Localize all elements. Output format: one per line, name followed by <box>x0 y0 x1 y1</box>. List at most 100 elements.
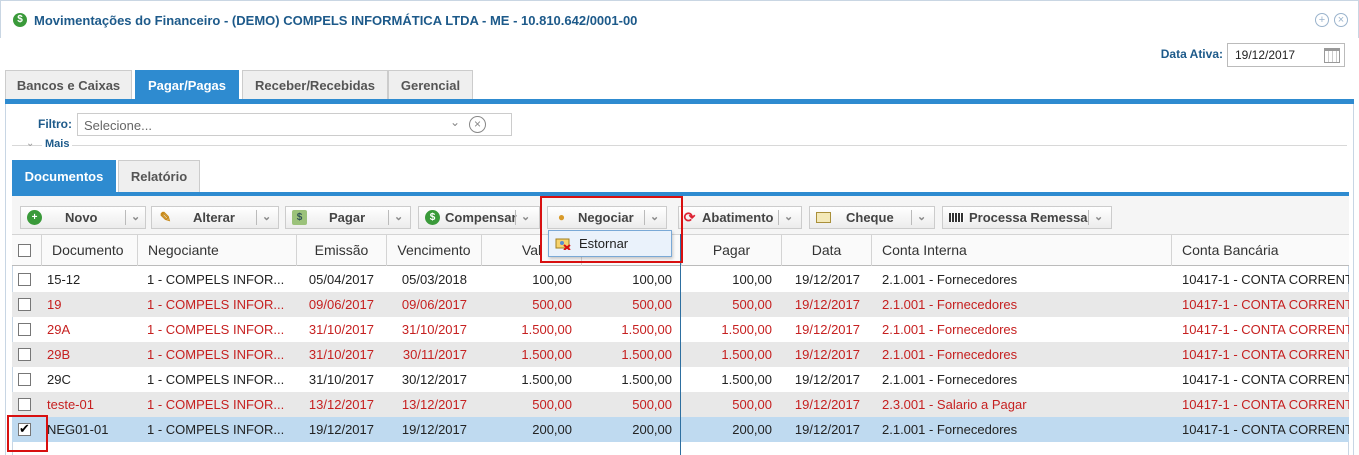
active-date-input[interactable]: 19/12/2017 <box>1227 43 1345 67</box>
cheque-button[interactable]: Cheque ⌄ <box>809 206 935 229</box>
active-date-label: Data Ativa: <box>1160 47 1223 61</box>
more-toggle[interactable]: Mais <box>42 138 73 150</box>
col-data[interactable]: Data <box>782 235 872 266</box>
tab-receber-recebidas[interactable]: Receber/Recebidas <box>242 70 388 100</box>
chevron-down-icon[interactable]: ⌄ <box>394 210 403 223</box>
chevron-down-icon[interactable]: ⌄ <box>262 210 271 223</box>
cell-valor2: 1.500,00 <box>621 372 672 387</box>
barcode-icon <box>949 213 964 222</box>
cell-valor: 500,00 <box>532 397 572 412</box>
cell-vencimento: 31/10/2017 <box>401 322 467 337</box>
cell-valor: 1.500,00 <box>521 322 572 337</box>
plus-circle-icon: + <box>27 210 42 225</box>
chevron-down-icon[interactable]: ⌄ <box>521 210 530 223</box>
select-all-checkbox[interactable] <box>18 244 31 257</box>
tab-documentos[interactable]: Documentos <box>12 160 116 192</box>
cell-data: 19/12/2017 <box>794 372 860 387</box>
tab-bancos-e-caixas[interactable]: Bancos e Caixas <box>5 70 132 100</box>
clear-icon[interactable]: × <box>469 116 486 133</box>
cell-vencimento: 09/06/2017 <box>401 297 467 312</box>
cell-negociante: 1 - COMPELS INFOR... <box>147 397 285 412</box>
filter-label: Filtro: <box>38 117 72 131</box>
row-checkbox[interactable] <box>18 348 31 361</box>
cell-valor2: 200,00 <box>632 422 672 437</box>
row-checkbox[interactable] <box>18 273 31 286</box>
cell-emissao: 13/12/2017 <box>308 397 374 412</box>
close-icon[interactable]: × <box>1334 13 1348 27</box>
col-negociante[interactable]: Negociante <box>138 235 297 266</box>
cell-negociante: 1 - COMPELS INFOR... <box>147 372 285 387</box>
chevron-down-icon[interactable]: ⌄ <box>450 115 460 129</box>
cheque-icon <box>816 212 831 223</box>
col-conta-interna[interactable]: Conta Interna <box>872 235 1172 266</box>
cell-documento: NEG01-01 <box>47 422 109 437</box>
cell-vencimento: 05/03/2018 <box>401 272 467 287</box>
cell-conta-bancaria: 10417-1 - CONTA CORRENTE <box>1182 397 1349 412</box>
abatimento-button[interactable]: ⟳ Abatimento ⌄ <box>678 206 802 229</box>
cell-valor2: 1.500,00 <box>621 347 672 362</box>
tab-gerencial[interactable]: Gerencial <box>388 70 473 100</box>
pagar-button[interactable]: $ Pagar ⌄ <box>285 206 411 229</box>
cell-data: 19/12/2017 <box>794 272 860 287</box>
filter-placeholder: Selecione... <box>84 118 152 133</box>
compensar-button[interactable]: $ Compensar ⌄ <box>418 206 540 229</box>
chevron-down-icon[interactable]: ⌄ <box>131 210 140 223</box>
cell-vencimento: 30/11/2017 <box>402 347 467 362</box>
cell-data: 19/12/2017 <box>794 347 860 362</box>
cell-pagar: 1.500,00 <box>721 372 772 387</box>
cell-documento: 15-12 <box>47 272 81 287</box>
row-checkbox[interactable] <box>18 298 31 311</box>
chevron-down-icon[interactable]: ⌄ <box>917 210 926 223</box>
col-pagar[interactable]: Pagar <box>682 235 782 266</box>
divider <box>12 145 1347 146</box>
cell-pagar: 200,00 <box>732 422 772 437</box>
cell-emissao: 19/12/2017 <box>308 422 374 437</box>
cell-negociante: 1 - COMPELS INFOR... <box>147 347 285 362</box>
cell-valor: 1.500,00 <box>521 372 572 387</box>
highlight-negociar <box>540 196 683 263</box>
alterar-button[interactable]: ✎ Alterar ⌄ <box>151 206 279 229</box>
row-checkbox[interactable] <box>18 373 31 386</box>
col-conta-bancaria[interactable]: Conta Bancária <box>1172 235 1349 266</box>
chevron-down-icon[interactable]: ⌄ <box>784 210 793 223</box>
dollar-coin-icon: $ <box>425 210 440 225</box>
tab-pagar-pagas[interactable]: Pagar/Pagas <box>135 70 239 100</box>
novo-button[interactable]: + Novo ⌄ <box>20 206 146 229</box>
cell-vencimento: 19/12/2017 <box>401 422 467 437</box>
window-title-bar: $ Movimentações do Financeiro - (DEMO) C… <box>0 0 1359 38</box>
cell-valor2: 1.500,00 <box>621 322 672 337</box>
cell-negociante: 1 - COMPELS INFOR... <box>147 322 285 337</box>
cell-vencimento: 30/12/2017 <box>401 372 467 387</box>
cell-emissao: 31/10/2017 <box>308 347 374 362</box>
col-emissao[interactable]: Emissão <box>297 235 387 266</box>
cell-valor: 1.500,00 <box>521 347 572 362</box>
cell-conta-interna: 2.1.001 - Fornecedores <box>882 372 1018 387</box>
col-documento[interactable]: Documento <box>42 235 138 266</box>
col-vencimento[interactable]: Vencimento <box>387 235 482 266</box>
row-checkbox[interactable] <box>18 323 31 336</box>
dollar-icon: $ <box>13 13 27 27</box>
cell-valor: 500,00 <box>532 297 572 312</box>
cell-documento: teste-01 <box>47 397 94 412</box>
row-checkbox[interactable] <box>18 398 31 411</box>
column-divider <box>680 234 681 455</box>
tab-relatorio[interactable]: Relatório <box>118 160 200 192</box>
calendar-icon[interactable] <box>1324 48 1340 63</box>
filter-select[interactable]: Selecione... ⌄ × <box>77 113 512 136</box>
cell-documento: 29A <box>47 322 71 337</box>
cell-data: 19/12/2017 <box>794 397 860 412</box>
cell-conta-interna: 2.3.001 - Salario a Pagar <box>882 397 1027 412</box>
select-all-cell <box>12 235 42 266</box>
chevron-down-icon[interactable]: ⌄ <box>26 138 34 149</box>
active-date-value: 19/12/2017 <box>1235 48 1296 62</box>
cell-valor: 200,00 <box>532 422 572 437</box>
cell-pagar: 100,00 <box>732 272 772 287</box>
cell-negociante: 1 - COMPELS INFOR... <box>147 272 285 287</box>
cell-valor2: 500,00 <box>632 297 672 312</box>
cell-conta-bancaria: 10417-1 - CONTA CORRENTE <box>1182 372 1349 387</box>
chevron-down-icon[interactable]: ⌄ <box>1094 210 1103 223</box>
restore-icon[interactable]: + <box>1315 13 1329 27</box>
cell-emissao: 31/10/2017 <box>308 372 374 387</box>
processa-remessa-button[interactable]: Processa Remessa ⌄ <box>942 206 1112 229</box>
cell-pagar: 500,00 <box>732 397 772 412</box>
